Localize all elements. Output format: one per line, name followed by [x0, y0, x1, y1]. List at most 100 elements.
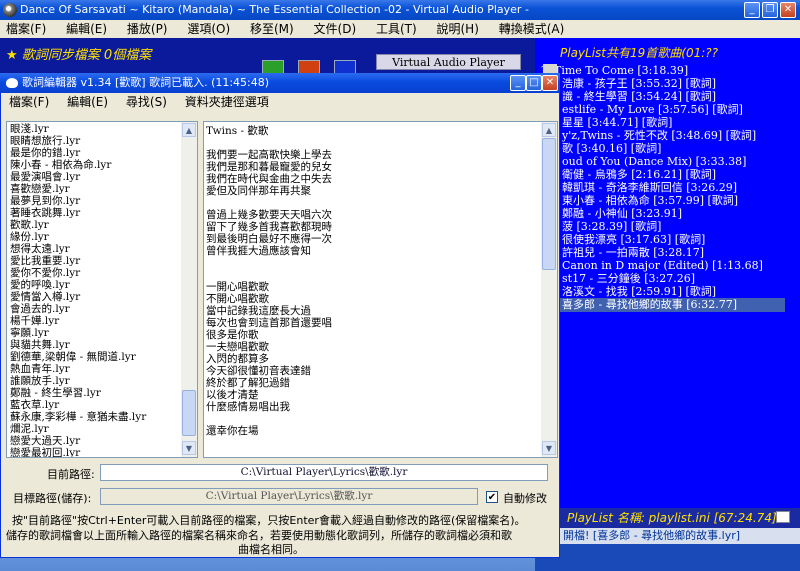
playlist-item[interactable]: estlife - My Love [3:57.56] [歌詞] — [560, 103, 785, 117]
file-list-item[interactable]: 眼睛想旅行.lyr — [8, 135, 184, 147]
file-list-item[interactable]: 誰願放手.lyr — [8, 375, 184, 387]
playlist-item[interactable]: Canon in D major (Edited) [1:13.68] — [560, 259, 785, 273]
playlist-item[interactable]: oud of You (Dance Mix) [3:33.38] — [560, 155, 785, 169]
scroll-up-arrow-icon[interactable]: ▲ — [182, 123, 196, 137]
dialog-menu-bar: 檔案(F) 編輯(E) 尋找(S) 資料夾捷徑選項 — [1, 93, 558, 111]
file-list-item[interactable]: 愛情當入樽.lyr — [8, 291, 184, 303]
file-list-item[interactable]: 愛比我重要.lyr — [8, 255, 184, 267]
lyric-scrollbar[interactable]: ▲ ▼ — [541, 122, 557, 457]
lyric-scroll-thumb[interactable] — [542, 138, 556, 270]
file-list-item[interactable]: 藍衣草.lyr — [8, 399, 184, 411]
dialog-close-button[interactable]: ✕ — [542, 75, 558, 91]
lyric-text-area[interactable]: Twins - 歡歌 我們要一起高歌快樂上學去 我們是那和暮最寵愛的兒女 我們在時代與… — [203, 121, 558, 458]
lyric-line: 一開心唱歡歌 — [206, 281, 269, 293]
playlist-item[interactable]: 東小春 - 相依為命 [3:57.99] [歌詞] — [560, 194, 785, 208]
playlist-footer: PlayList 名稱: playlist.ini [67:24.74] — [535, 508, 800, 528]
lyric-line: 很多是你歌 — [206, 329, 259, 341]
playlist-item[interactable]: 星星 [3:44.71] [歌詞] — [560, 116, 785, 130]
playlist-item[interactable]: 許祖兒 - 一拍兩散 [3:28.17] — [560, 246, 785, 260]
playlist-item[interactable]: 韓凱琪 - 奇洛李維斯回信 [3:26.29] — [560, 181, 785, 195]
minimize-button[interactable]: _ — [744, 2, 760, 18]
playlist-item[interactable]: 鄭融 - 小神仙 [3:23.91] — [560, 207, 785, 221]
file-list-item[interactable]: 愛的呼喚.lyr — [8, 279, 184, 291]
playlist-item[interactable]: 衛健 - 烏鴉多 [2:16.21] [歌詞] — [560, 168, 785, 182]
dialog-menu-search[interactable]: 尋找(S) — [126, 95, 167, 109]
target-path-label: 目前路徑: — [47, 468, 95, 481]
lyric-line: 到最後明白最好不應得一次 — [206, 233, 332, 245]
file-list-item[interactable]: 陳小春 - 相依為命.lyr — [8, 159, 184, 171]
lyric-line: 終於都了解犯過錯 — [206, 377, 290, 389]
dialog-menu-edit[interactable]: 編輯(E) — [67, 95, 108, 109]
file-list-item[interactable]: 楊千嬅.lyr — [8, 315, 184, 327]
file-list-item[interactable]: 與貓共舞.lyr — [8, 339, 184, 351]
file-list-item[interactable]: 最愛演唱會.lyr — [8, 171, 184, 183]
lyric-line: 當中記錄我這麼長大過 — [206, 305, 311, 317]
file-list-item[interactable]: 著睡衣跳舞.lyr — [8, 207, 184, 219]
file-list-item[interactable]: 蘇永康,李彩樺 - 意猶未盡.lyr — [8, 411, 184, 423]
file-list-scrollbar[interactable]: ▲ ▼ — [181, 122, 197, 457]
dialog-menu-folder-shortcuts[interactable]: 資料夾捷徑選項 — [185, 95, 269, 109]
playlist-item[interactable]: y'z,Twins - 死性不改 [3:48.69] [歌詞] — [560, 129, 785, 143]
lyric-line: 留下了幾多首我喜歡都現時 — [206, 221, 332, 233]
auto-modify-label: 自動修改 — [503, 492, 547, 505]
file-list-item[interactable]: 會過去的.lyr — [8, 303, 184, 315]
playlist-item[interactable]: 很使我漂亮 [3:17.63] [歌詞] — [560, 233, 785, 247]
dest-path-input[interactable]: C:\Virtual Player\Lyrics\歡歌.lyr — [100, 488, 478, 505]
file-list-item[interactable]: 熱血青年.lyr — [8, 363, 184, 375]
lyric-line: 我們要一起高歌快樂上學去 — [206, 149, 332, 161]
file-list-item[interactable]: 歡歌.lyr — [8, 219, 184, 231]
lyric-line: 以後才清楚 — [206, 389, 259, 401]
menu-help[interactable]: 說明(H) — [436, 22, 478, 36]
auto-modify-checkbox[interactable]: ✔ — [486, 491, 498, 503]
playlist-item[interactable]: 菠 [3:28.39] [歌詞] — [560, 220, 785, 234]
file-list-item[interactable]: 想得太遠.lyr — [8, 243, 184, 255]
dialog-minimize-button[interactable]: _ — [510, 75, 526, 91]
now-playing-status: 開檔! [喜多郎 - 尋找他鄉的故事.lyr] — [535, 528, 800, 544]
menu-edit[interactable]: 編輯(E) — [66, 22, 107, 36]
playlist-item[interactable]: st17 - 三分鐘後 [3:27.26] — [560, 272, 785, 286]
menu-document[interactable]: 文件(D) — [314, 22, 357, 36]
file-list-item[interactable]: 寧願.lyr — [8, 327, 184, 339]
lyric-scroll-down-arrow-icon[interactable]: ▼ — [542, 441, 556, 455]
file-list-item[interactable]: 最夢見到你.lyr — [8, 195, 184, 207]
hint-line-3: 曲檔名相同。 — [238, 543, 304, 556]
marquee-text: ★ 歌詞同步檔案 0個檔案 — [6, 48, 152, 63]
lyric-scroll-up-arrow-icon[interactable]: ▲ — [542, 123, 556, 137]
playlist-item[interactable]: 浩康 - 孩子王 [3:55.32] [歌詞] — [560, 77, 785, 91]
file-list-item[interactable]: 緣份.lyr — [8, 231, 184, 243]
lyric-file-list[interactable]: 眼淺.lyr 眼睛想旅行.lyr 最是你的錯.lyr 陳小春 - 相依為命.lyr 最愛… — [6, 121, 198, 458]
file-list-item[interactable]: 劉德華,梁朝偉 - 無間道.lyr — [8, 351, 184, 363]
file-list-item[interactable]: 喜歡戀愛.lyr — [8, 183, 184, 195]
lyric-line: 曾伴我捱大過應該會知 — [206, 245, 311, 257]
file-list-item[interactable]: 爛泥.lyr — [8, 423, 184, 435]
menu-goto[interactable]: 移至(M) — [250, 22, 294, 36]
playlist-item[interactable]: 歌 [3:40.16] [歌詞] — [560, 142, 785, 156]
playlist-item[interactable]: 識 - 終生學習 [3:54.24] [歌詞] — [560, 90, 785, 104]
playlist-item[interactable]: 洛溪文 - 找我 [2:59.91] [歌詞] — [560, 285, 785, 299]
playlist-item[interactable]: 1. Time To Come [3:18.39] — [538, 64, 783, 78]
menu-play[interactable]: 播放(P) — [127, 22, 168, 36]
lyric-line: 一夫戀唱歡歌 — [206, 341, 269, 353]
menu-options[interactable]: 選項(O) — [187, 22, 230, 36]
playlist-item[interactable]: 喜多郎 - 尋找他鄉的故事 [6:32.77] — [560, 298, 785, 312]
lyric-line: 入閃的都算多 — [206, 353, 269, 365]
file-list-item[interactable]: 戀愛大過天.lyr — [8, 435, 184, 447]
menu-tools[interactable]: 工具(T) — [376, 22, 417, 36]
target-path-input[interactable]: C:\Virtual Player\Lyrics\歡歌.lyr — [100, 464, 548, 481]
lyric-line: 什麼感情易唱出我 — [206, 401, 290, 413]
file-list-item[interactable]: 鄭融 - 終生學習.lyr — [8, 387, 184, 399]
file-list-item[interactable]: 戀愛最初回.lyr — [8, 447, 184, 457]
file-list-scroll-thumb[interactable] — [182, 390, 196, 436]
restore-button[interactable]: ❐ — [762, 2, 778, 18]
close-button[interactable]: ✕ — [780, 2, 796, 18]
menu-file[interactable]: 檔案(F) — [6, 22, 46, 36]
scroll-down-arrow-icon[interactable]: ▼ — [182, 441, 196, 455]
file-list-item[interactable]: 眼淺.lyr — [8, 123, 184, 135]
menu-convert-mode[interactable]: 轉換模式(A) — [499, 22, 565, 36]
dialog-menu-file[interactable]: 檔案(F) — [9, 95, 49, 109]
dialog-maximize-button[interactable]: □ — [526, 75, 542, 91]
star-icon: ★ — [6, 48, 18, 63]
file-list-item[interactable]: 愛你不愛你.lyr — [8, 267, 184, 279]
clipboard-icon[interactable] — [776, 511, 790, 523]
file-list-item[interactable]: 最是你的錯.lyr — [8, 147, 184, 159]
